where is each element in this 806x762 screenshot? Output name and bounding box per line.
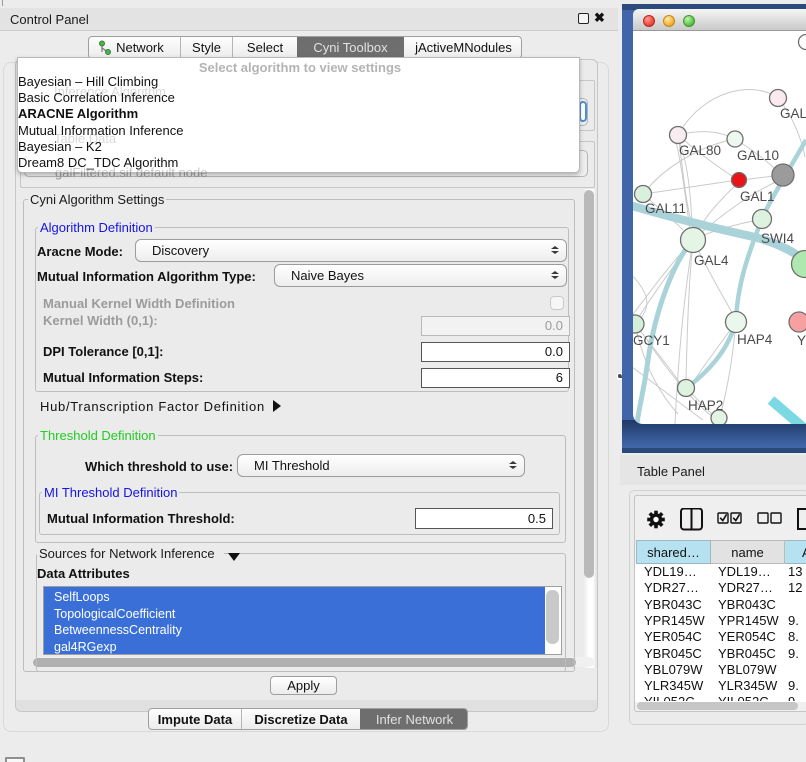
svg-text:HAP2: HAP2 bbox=[688, 398, 723, 413]
svg-text:GAL11: GAL11 bbox=[645, 201, 686, 216]
svg-text:Y: Y bbox=[797, 333, 806, 348]
svg-text:GCY1: GCY1 bbox=[633, 333, 670, 348]
svg-text:GAL80: GAL80 bbox=[679, 143, 721, 158]
svg-text:GAL7: GAL7 bbox=[780, 106, 806, 121]
svg-text:GAL4: GAL4 bbox=[694, 253, 729, 268]
svg-text:SWI4: SWI4 bbox=[761, 231, 794, 246]
svg-text:HAP4: HAP4 bbox=[737, 332, 773, 347]
svg-text:GAL10: GAL10 bbox=[737, 148, 779, 163]
svg-text:GAL1: GAL1 bbox=[740, 189, 775, 204]
